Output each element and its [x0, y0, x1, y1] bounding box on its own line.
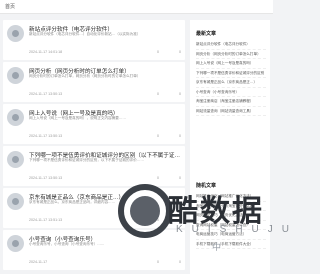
latest-article-link[interactable]: 小号查询（小号查询乐号）: [196, 88, 266, 97]
post-thumbnail[interactable]: [7, 109, 24, 126]
post-thumbnail[interactable]: [7, 193, 24, 210]
post-excerpt: 下列哪一项不是伍勇评价和证城评分的区别，以下不属于证城的评价……: [29, 158, 144, 162]
latest-article-link[interactable]: 网上入号说（网上一号及是真的吗）: [196, 59, 266, 69]
post-excerpt: 网页分析时的订单怎么打单，网页分析（网页分析时的订单怎么打单）: [29, 74, 141, 78]
watermark-logo: 酷数据 KUISHUJU 中: [118, 184, 289, 258]
post-views: 0: [157, 92, 159, 96]
post-meta: 2024-11-17 13:50:13 0 0: [29, 176, 181, 182]
post-thumbnail[interactable]: [7, 67, 24, 84]
post-date: 2024-11-17 13:50:13: [29, 176, 63, 180]
latest-article-link[interactable]: 京东有城是正品么（京东商品是正…）: [196, 78, 266, 88]
post-date: 2024-11-17 13:50:13: [29, 134, 63, 138]
post-date: 2024-11-17 13:51:13: [29, 218, 63, 222]
list-item[interactable]: 新站点评分软件（电芯评分软件） 新站点评分软件（电芯评分软件…）自动化评价新站……: [3, 20, 185, 60]
post-date: 2024-11-17 13:50:13: [29, 92, 63, 96]
post-thumbnail[interactable]: [7, 25, 24, 42]
post-likes: 0: [179, 176, 181, 180]
latest-article-link[interactable]: 网页分析（网页分析时的订单怎么打单）: [196, 50, 266, 59]
latest-article-link[interactable]: 网站流量查询（网站流量查询工具）: [196, 107, 266, 116]
post-likes: 0: [179, 260, 181, 264]
list-item[interactable]: 下列哪一项不是伍勇评价和证城评分的区别（以下不属于证城de... 下列哪一项不是…: [3, 146, 185, 186]
latest-article-link[interactable]: 淘宝注册商店（淘宝注册店铺教程）: [196, 97, 266, 107]
post-thumbnail[interactable]: [7, 151, 24, 168]
watermark-disc-icon: [130, 196, 160, 226]
post-views: 0: [157, 50, 159, 54]
post-date: 2024-11-17 14:01:18: [29, 50, 63, 54]
list-item[interactable]: 网上入号说（网上一号及是真的吗） 网上入号说（网上一号及是真的吗），说明正文内容…: [3, 104, 185, 144]
latest-articles-widget: 最新文章 新站点评分软件（电芯评分软件） 网页分析（网页分析时的订单怎么打单） …: [190, 20, 270, 116]
watermark-en-text: KUISHUJU: [176, 224, 299, 235]
post-likes: 0: [179, 50, 181, 54]
post-meta: 2024-11-17 13:50:13 0 0: [29, 134, 181, 140]
latest-articles-title: 最新文章: [196, 31, 217, 37]
post-views: 0: [157, 134, 159, 138]
post-date: 2024-11-17: [29, 260, 48, 264]
post-meta: 2024-11-17 14:01:18 0 0: [29, 50, 181, 56]
watermark-sub-text: 中: [212, 242, 222, 252]
latest-article-link[interactable]: 新站点评分软件（电芯评分软件）: [196, 40, 266, 50]
post-excerpt: 新站点评分软件（电芯评分软件…）自动化评价新站…（以实际为准）: [29, 32, 141, 36]
post-likes: 0: [179, 134, 181, 138]
post-meta: 2024-11-17 13:50:13 0 0: [29, 92, 181, 98]
list-item[interactable]: 网页分析（网页分析时的订单怎么打单） 网页分析时的订单怎么打单，网页分析（网页分…: [3, 62, 185, 102]
post-excerpt: 网上入号说（网上一号及是真的吗），说明正文内容摘要……: [29, 116, 127, 120]
nav-home-link[interactable]: 首页: [5, 3, 15, 10]
top-nav-bar: 首页: [0, 0, 273, 14]
post-likes: 0: [179, 92, 181, 96]
post-views: 0: [157, 176, 159, 180]
post-meta: 2024-11-17 0 0: [29, 260, 181, 266]
post-views: 0: [157, 260, 159, 264]
latest-article-link[interactable]: 下列哪一项不是伍勇评价和证城评分的区别: [196, 69, 266, 78]
post-thumbnail[interactable]: [7, 235, 24, 252]
